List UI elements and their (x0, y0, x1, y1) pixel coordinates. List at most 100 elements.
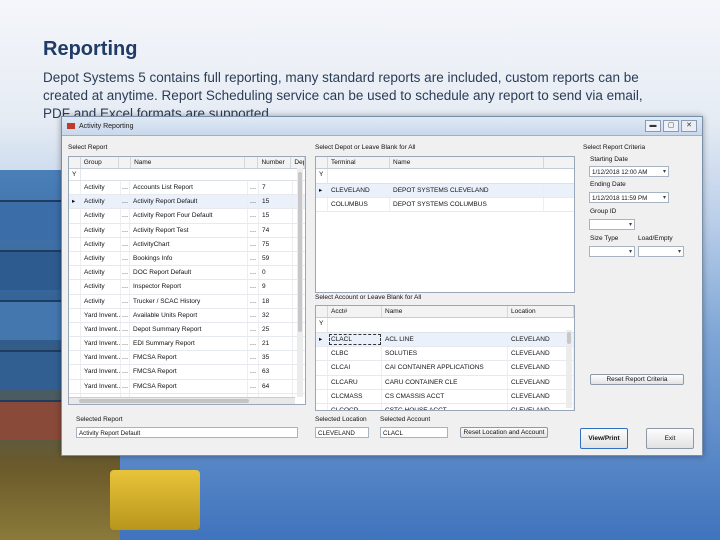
account-row[interactable]: CLCMASS CS CMASSIS ACCT CLEVELAND (316, 389, 574, 404)
column-header-name[interactable]: Name (131, 157, 245, 168)
reset-criteria-button[interactable]: Reset Report Criteria (590, 374, 684, 385)
minimize-button[interactable]: ▬ (645, 120, 661, 132)
close-button[interactable]: ✕ (681, 120, 697, 132)
account-location-cell: CLEVELAND (508, 347, 574, 361)
account-location-cell: CLEVELAND (508, 375, 574, 389)
account-row[interactable]: CLCOCP CSTC HOUSE ACCT CLEVELAND (316, 403, 574, 410)
depot-grid[interactable]: Terminal Name Y ▸ CLEVELAND DEPOT SYSTEMS … (315, 156, 575, 293)
report-name-cell: Activity Report Test (130, 223, 248, 237)
report-group-cell: Yard Invent... (81, 308, 121, 322)
report-row[interactable]: Yard Invent...… FMCSA Report… 35 (69, 351, 305, 366)
report-name-cell: Trucker / SCAC History (130, 294, 248, 308)
column-header-acct[interactable]: Acct# (328, 306, 382, 317)
slide-body-text: Depot Systems 5 contains full reporting,… (43, 70, 643, 121)
row-selector-icon (69, 337, 81, 351)
report-row[interactable]: Yard Invent...… Depot Summary Report… 25 (69, 322, 305, 338)
account-row[interactable]: ▸ CLACL ACL LINE CLEVELAND (316, 333, 574, 348)
row-selector-icon (69, 251, 81, 266)
report-group-cell: Activity (81, 280, 121, 294)
size-type-dropdown[interactable] (589, 246, 635, 257)
forklift-image (110, 470, 200, 530)
account-acct-cell: CLCAI (328, 361, 382, 375)
scroll-thumb[interactable] (79, 399, 249, 403)
starting-date-picker[interactable]: 1/12/2018 12:00 AM (589, 166, 669, 177)
column-header-location[interactable]: Location (508, 306, 574, 317)
exit-button[interactable]: Exit (646, 428, 694, 449)
report-number-cell: 74 (259, 223, 293, 237)
report-filter-row[interactable]: Y (69, 169, 305, 181)
depot-row[interactable]: ▸ CLEVELAND DEPOT SYSTEMS CLEVELAND (316, 184, 574, 199)
filter-icon[interactable]: Y (316, 169, 328, 183)
column-header-group[interactable]: Group (81, 157, 120, 168)
row-selector-icon (316, 198, 328, 212)
column-header-dep[interactable]: Dep (291, 157, 305, 168)
load-empty-label: Load/Empty (638, 235, 673, 242)
report-row[interactable]: Yard Invent...… EDI Summary Report… 21 (69, 337, 305, 352)
report-row[interactable]: Activity… Activity Report Test… 74 (69, 223, 305, 238)
column-header-terminal[interactable]: Terminal (328, 157, 390, 168)
load-empty-dropdown[interactable] (638, 246, 684, 257)
reset-location-account-button[interactable]: Reset Location and Account (460, 427, 548, 438)
report-row[interactable]: Activity… Bookings Info… 59 (69, 251, 305, 267)
filter-icon[interactable]: Y (69, 169, 81, 180)
account-location-cell: CLEVELAND (508, 389, 574, 403)
account-filter-row[interactable]: Y (316, 318, 574, 333)
report-row[interactable]: Activity… ActivityChart… 75 (69, 237, 305, 252)
row-selector-icon (316, 389, 328, 403)
report-row[interactable]: Activity… Accounts List Report… 7 (69, 181, 305, 196)
report-grid-vscrollbar[interactable] (297, 168, 303, 397)
row-selector-icon (69, 379, 81, 393)
report-name-cell: Depot Summary Report (130, 322, 248, 337)
report-number-cell: 9 (259, 280, 293, 294)
selected-account-label: Selected Account (380, 416, 431, 423)
column-header-name[interactable]: Name (382, 306, 508, 317)
row-selector-icon (69, 266, 81, 280)
report-row[interactable]: Yard Invent...… FMCSA Report… 64 (69, 379, 305, 394)
account-row[interactable]: CLCARU CARU CONTAINER CLE CLEVELAND (316, 375, 574, 390)
report-rows: Activity… Accounts List Report… 7 ▸ Activity… (69, 181, 305, 404)
account-grid-vscrollbar[interactable] (566, 330, 572, 408)
scroll-thumb[interactable] (298, 172, 302, 332)
ellipsis-icon: … (248, 365, 259, 379)
report-grid[interactable]: Group Name Number Dep Y Activity…Account… (68, 156, 306, 405)
ellipsis-icon: … (121, 294, 130, 308)
report-row[interactable]: Activity… Inspector Report… 9 (69, 280, 305, 295)
ellipsis-icon: … (248, 351, 259, 365)
report-row[interactable]: Activity… DOC Report Default… 0 (69, 266, 305, 281)
account-name-cell: CAI CONTAINER APPLICATIONS (382, 361, 508, 375)
column-header-name[interactable]: Name (390, 157, 544, 168)
account-row[interactable]: CLBC SOLUTIES CLEVELAND (316, 347, 574, 362)
report-grid-hscrollbar[interactable] (69, 397, 295, 404)
report-group-cell: Activity (81, 223, 121, 237)
report-row[interactable]: Activity… Trucker / SCAC History… 18 (69, 294, 305, 309)
account-grid-header: Acct# Name Location (316, 306, 574, 318)
report-group-cell: Activity (81, 181, 121, 195)
report-row[interactable]: Activity… Activity Report Four Default… 15 (69, 209, 305, 224)
window-title: Activity Reporting (79, 122, 134, 130)
report-row[interactable]: Yard Invent...… FMCSA Report… 63 (69, 365, 305, 380)
report-row[interactable]: Yard Invent...… Available Units Report… 32 (69, 308, 305, 323)
ellipsis-icon: … (121, 195, 130, 209)
report-group-cell: Yard Invent... (81, 322, 121, 337)
window-titlebar[interactable]: Activity Reporting ▬ ▢ ✕ (62, 117, 702, 136)
filter-icon[interactable]: Y (316, 318, 328, 332)
column-header-number[interactable]: Number (258, 157, 292, 168)
account-location-cell: CLEVELAND (508, 403, 574, 410)
report-name-cell: FMCSA Report (130, 351, 248, 365)
ellipsis-icon: … (121, 237, 130, 251)
account-grid[interactable]: Acct# Name Location Y ▸ CLACL ACL LINE CLEV… (315, 305, 575, 411)
view-print-button[interactable]: View/Print (580, 428, 628, 449)
group-id-dropdown[interactable] (589, 219, 635, 230)
report-group-cell: Yard Invent... (81, 351, 121, 365)
account-rows: ▸ CLACL ACL LINE CLEVELAND CLBC SOLUTIES CLEVE… (316, 333, 574, 410)
ending-date-picker[interactable]: 1/12/2018 11:59 PM (589, 192, 669, 203)
scroll-thumb[interactable] (567, 332, 571, 344)
depot-filter-row[interactable]: Y (316, 169, 574, 184)
row-selector-icon (69, 181, 81, 195)
slide-title: Reporting (43, 38, 138, 60)
depot-row[interactable]: COLUMBUS DEPOT SYSTEMS COLUMBUS (316, 198, 574, 213)
report-row[interactable]: ▸ Activity… Activity Report Default… 15 (69, 195, 305, 210)
maximize-button[interactable]: ▢ (663, 120, 679, 132)
depot-grid-header: Terminal Name (316, 157, 574, 169)
account-row[interactable]: CLCAI CAI CONTAINER APPLICATIONS CLEVELAND (316, 361, 574, 376)
